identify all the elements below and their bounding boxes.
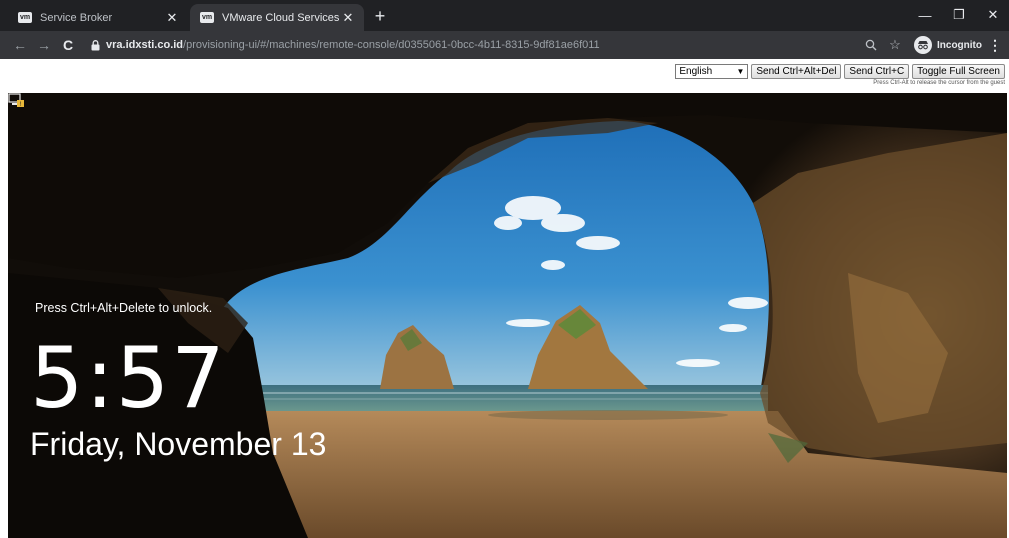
reload-button[interactable]: C <box>58 35 78 55</box>
browser-toolbar: ← → C vra.idxsti.co.id/provisioning-ui/#… <box>0 31 1009 59</box>
zoom-search-button[interactable] <box>862 36 880 54</box>
restore-button[interactable]: ❐ <box>944 4 974 26</box>
lock-screen-date: Friday, November 13 <box>30 426 327 462</box>
forward-button[interactable]: → <box>34 35 54 55</box>
close-tab-icon[interactable]: ✕ <box>340 10 356 26</box>
bookmark-button[interactable]: ☆ <box>886 36 904 54</box>
url-path: /provisioning-ui/#/machines/remote-conso… <box>183 39 600 51</box>
plus-icon: + <box>374 5 386 26</box>
browser-menu-button[interactable]: ⋮ <box>988 36 1002 54</box>
tab-title: VMware Cloud Services <box>222 11 340 24</box>
search-icon <box>865 39 877 51</box>
incognito-icon <box>914 36 932 54</box>
language-selected: English <box>679 66 713 77</box>
back-arrow-icon: ← <box>13 37 27 53</box>
minimize-icon: — <box>918 7 932 23</box>
console-controls-bar: English ▼ Send Ctrl+Alt+Del Send Ctrl+C … <box>0 59 1009 93</box>
address-bar[interactable]: vra.idxsti.co.id/provisioning-ui/#/machi… <box>84 34 910 56</box>
unlock-prompt: Press Ctrl+Alt+Delete to unlock. <box>35 301 213 315</box>
tab-vmware-cloud-services[interactable]: vm VMware Cloud Services ✕ <box>190 4 364 31</box>
keyboard-language-select[interactable]: English ▼ <box>675 64 749 79</box>
forward-arrow-icon: → <box>37 37 51 53</box>
restore-icon: ❐ <box>953 7 965 22</box>
release-cursor-hint: Press Ctrl-Alt to release the cursor fro… <box>873 80 1005 86</box>
remote-console-screen[interactable]: Press Ctrl+Alt+Delete to unlock. 5:57 Fr… <box>8 93 1007 538</box>
tab-strip: vm Service Broker ✕ vm VMware Cloud Serv… <box>0 0 1009 31</box>
toggle-full-screen-button[interactable]: Toggle Full Screen <box>912 64 1005 79</box>
lock-screen-time: 5:57 <box>30 329 227 427</box>
close-window-button[interactable]: ✕ <box>978 4 1008 26</box>
more-vert-icon: ⋮ <box>988 36 1002 53</box>
profile-label: Incognito <box>937 39 982 51</box>
chevron-down-icon: ▼ <box>736 67 745 76</box>
lock-screen-background <box>8 93 1007 538</box>
close-icon: ✕ <box>987 7 999 22</box>
back-button[interactable]: ← <box>10 35 30 55</box>
send-ctrl-c-button[interactable]: Send Ctrl+C <box>844 64 910 79</box>
close-tab-icon[interactable]: ✕ <box>164 10 180 26</box>
lock-icon <box>90 39 100 51</box>
minimize-button[interactable]: — <box>910 4 940 26</box>
send-ctrl-alt-del-button[interactable]: Send Ctrl+Alt+Del <box>751 64 842 79</box>
vmware-favicon-icon: vm <box>18 12 32 23</box>
vmware-favicon-icon: vm <box>200 12 214 23</box>
new-tab-button[interactable]: + <box>370 6 390 26</box>
network-status-icon[interactable]: ! <box>8 93 25 108</box>
tab-title: Service Broker <box>40 11 113 24</box>
url-host: vra.idxsti.co.id <box>106 39 184 51</box>
tab-service-broker[interactable]: vm Service Broker ✕ <box>8 4 188 31</box>
star-icon: ☆ <box>889 37 901 52</box>
incognito-profile-button[interactable]: Incognito <box>914 35 982 55</box>
reload-icon: C <box>62 37 74 53</box>
